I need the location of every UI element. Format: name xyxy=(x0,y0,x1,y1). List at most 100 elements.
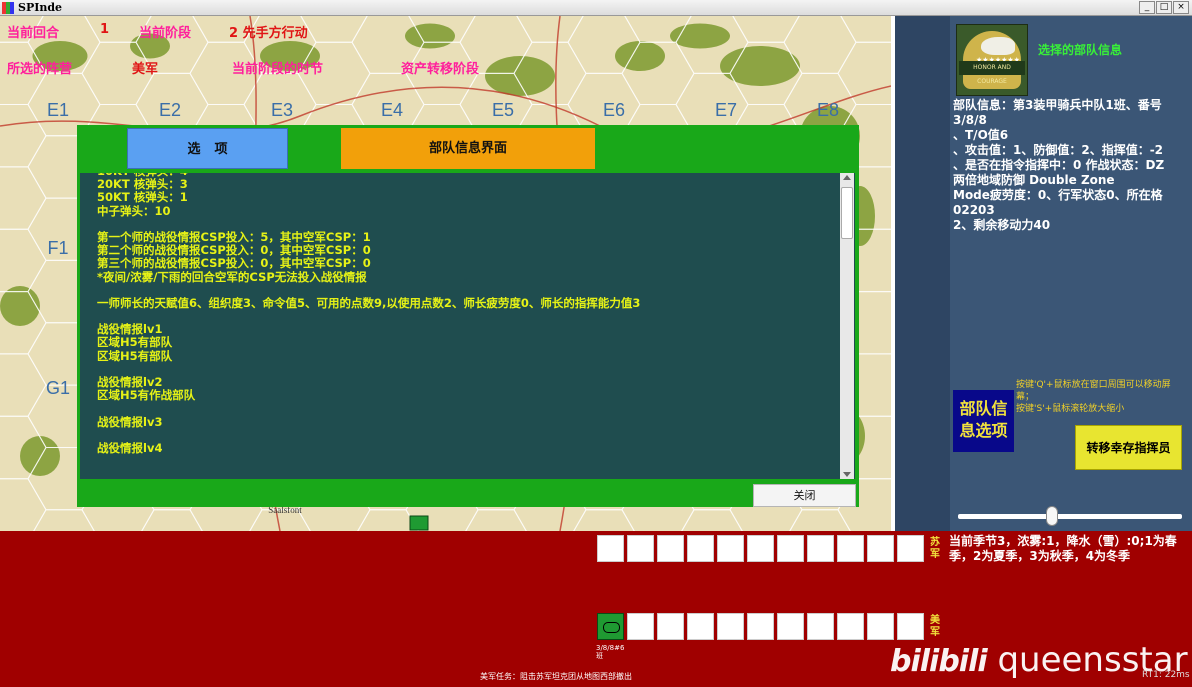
phase-value: 2 先手方行动 xyxy=(229,26,308,41)
dialog-content: 10KT 核弹头：420KT 核弹头：350KT 核弹头：1中子弹头：10第一个… xyxy=(80,173,855,479)
unit-caption-line: 3/8/8#6 xyxy=(596,644,625,652)
close-button[interactable]: 关闭 xyxy=(753,484,856,507)
right-panel-sidebar xyxy=(895,16,950,531)
soviet-unit-slots xyxy=(597,535,924,562)
dialog-scrollbar[interactable] xyxy=(840,173,854,479)
forest-terrain xyxy=(720,46,800,86)
unit-slot[interactable] xyxy=(807,535,834,562)
hex-cell[interactable] xyxy=(460,509,532,531)
dialog-line: 20KT 核弹头：3 xyxy=(97,177,188,192)
hex-cell[interactable] xyxy=(0,353,47,417)
hex-label-E5: E5 xyxy=(492,100,514,120)
dialog-line: *夜间/浓雾/下雨的回合空军的CSP无法投入战役情报 xyxy=(97,269,367,284)
unit-counter-slot[interactable] xyxy=(597,613,624,640)
hex-label-E7: E7 xyxy=(715,100,737,120)
unit-slot[interactable] xyxy=(597,535,624,562)
zoom-slider-track[interactable] xyxy=(958,514,1182,519)
dialog-line xyxy=(97,284,837,297)
hex-cell[interactable] xyxy=(837,41,891,105)
unit-info-line: 、攻击值：1、防御值：2、指挥值：-2 xyxy=(953,143,1164,157)
hex-cell[interactable] xyxy=(0,104,47,168)
scroll-down-icon[interactable] xyxy=(843,472,851,477)
dialog-text: 10KT 核弹头：420KT 核弹头：350KT 核弹头：1中子弹头：10第一个… xyxy=(97,173,837,455)
dialog-line xyxy=(97,402,837,415)
unit-slot[interactable] xyxy=(657,613,684,640)
hex-cell[interactable] xyxy=(0,228,47,293)
unit-slot[interactable] xyxy=(627,535,654,562)
tab-options[interactable]: 选项 xyxy=(127,128,288,169)
horse-icon xyxy=(981,37,1015,55)
unit-info-line: Mode疲劳度：0、行军状态0、所在格02203 xyxy=(953,188,1163,217)
unit-options-label: 部队信 xyxy=(959,399,1008,418)
emblem-motto: HONOR AND COURAGE xyxy=(959,61,1025,85)
unit-info-line: 2、剩余移动力40 xyxy=(953,218,1051,232)
unit-options-button[interactable]: 部队信 息选项 xyxy=(953,390,1014,452)
selected-unit-title: 选择的部队信息 xyxy=(1038,43,1123,57)
hex-label-E1: E1 xyxy=(47,100,69,120)
unit-slot[interactable] xyxy=(747,535,774,562)
scroll-thumb[interactable] xyxy=(841,187,853,239)
hex-label-G1: G1 xyxy=(46,378,70,398)
timing-value: 资产转移阶段 xyxy=(401,62,480,77)
unit-slot[interactable] xyxy=(747,613,774,640)
hex-cell[interactable] xyxy=(568,509,640,531)
unit-slot[interactable] xyxy=(627,613,654,640)
unit-slot[interactable] xyxy=(837,535,864,562)
dialog-line xyxy=(97,218,837,231)
unit-slot[interactable] xyxy=(837,613,864,640)
unit-caption-line: 班 xyxy=(596,652,603,660)
hex-cell[interactable] xyxy=(676,509,748,531)
hex-cell[interactable] xyxy=(838,16,891,43)
unit-slot[interactable] xyxy=(777,613,804,640)
close-window-button[interactable]: × xyxy=(1173,1,1189,14)
season-info: 当前季节3，浓雾:1，降水（雪）:0;1为春季，2为夏季，3为秋季，4为冬季 xyxy=(949,534,1177,563)
phase-label: 当前阶段 xyxy=(139,26,192,41)
minimize-button[interactable]: _ xyxy=(1139,1,1155,14)
render-time: RT1: 22ms xyxy=(1142,670,1190,680)
unit-slot[interactable] xyxy=(807,613,834,640)
zoom-slider-thumb[interactable] xyxy=(1046,506,1059,526)
dialog-line: 区域H5有作战部队 xyxy=(97,388,196,403)
maximize-button[interactable]: □ xyxy=(1156,1,1172,14)
hex-label-E6: E6 xyxy=(603,100,625,120)
dialog-line: 战役情报lv3 xyxy=(97,414,163,429)
unit-info-line: 两倍地域防御 Double Zone xyxy=(953,173,1115,187)
unit-slot[interactable] xyxy=(777,535,804,562)
hex-label-E4: E4 xyxy=(381,100,403,120)
unit-slot[interactable] xyxy=(657,535,684,562)
dialog-line: 一师师长的天赋值6、组织度3、命令值5、可用的点数9,以使用点数2、师长疲劳度0… xyxy=(97,295,641,310)
hex-cell[interactable] xyxy=(0,478,47,531)
dialog-line xyxy=(97,310,837,323)
unit-info-line: 、是否在指令指挥中：0 作战状态：DZ xyxy=(953,158,1165,172)
window-titlebar: SPInde _ □ × xyxy=(0,0,1192,16)
faction-value: 美军 xyxy=(132,62,159,77)
unit-slot[interactable] xyxy=(687,535,714,562)
unit-slot[interactable] xyxy=(897,613,924,640)
dialog-line: 50KT 核弹头：1 xyxy=(97,190,188,205)
transfer-commander-button[interactable]: 转移幸存指挥员 xyxy=(1075,425,1182,470)
unit-slot[interactable] xyxy=(867,613,894,640)
scroll-up-icon[interactable] xyxy=(843,175,851,180)
timing-label: 当前阶段的时节 xyxy=(232,62,324,77)
unit-slot[interactable] xyxy=(867,535,894,562)
dialog-line: 第三个师的战役情报CSP投入：0，其中空军CSP：0 xyxy=(97,256,371,271)
hex-cell[interactable] xyxy=(784,509,856,531)
unit-info-line: 、T/O值6 xyxy=(953,128,1009,142)
turn-label: 当前回合 xyxy=(7,26,60,41)
hex-cell[interactable] xyxy=(28,509,100,531)
map-unit-counter[interactable] xyxy=(409,515,429,531)
unit-info-text: 部队信息：第3装甲骑兵中队1班、番号3/8/8 、T/O值6 、攻击值：1、防御… xyxy=(953,98,1189,233)
unit-slot[interactable] xyxy=(717,535,744,562)
hint-line: 按键'Q'+鼠标放在窗口周围可以移动屏幕； xyxy=(1016,380,1171,402)
bilibili-logo: bilibili xyxy=(890,644,988,679)
hex-cell[interactable] xyxy=(0,166,47,230)
hex-label-E3: E3 xyxy=(271,100,293,120)
hex-cell[interactable] xyxy=(136,509,208,531)
unit-slot[interactable] xyxy=(687,613,714,640)
unit-slot[interactable] xyxy=(897,535,924,562)
unit-slot[interactable] xyxy=(717,613,744,640)
forest-terrain xyxy=(405,23,455,49)
tab-unit-info[interactable]: 部队信息界面 xyxy=(341,128,595,169)
dialog-line xyxy=(97,429,837,442)
dialog-line: 战役情报lv1 xyxy=(97,322,163,337)
